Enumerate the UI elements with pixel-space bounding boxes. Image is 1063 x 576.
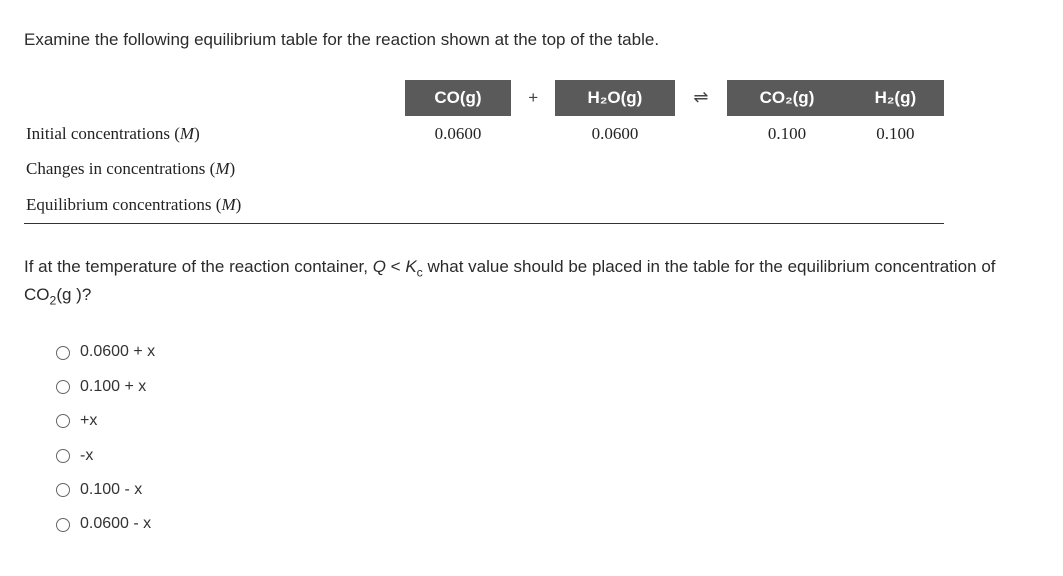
- option-5[interactable]: 0.0600 - x: [56, 513, 1039, 535]
- cell-eq-h2o: [555, 187, 675, 223]
- header-blank: [24, 80, 405, 116]
- row-label-equilibrium: Equilibrium concentrations (M): [24, 187, 405, 223]
- option-1[interactable]: 0.100 + x: [56, 376, 1039, 398]
- header-species-h2o: H₂O(g): [555, 80, 675, 116]
- option-label: 0.0600 - x: [80, 513, 151, 535]
- header-arrow: ⇌: [675, 80, 728, 116]
- row-label-changes: Changes in concentrations (M): [24, 151, 405, 187]
- options-group: 0.0600 + x 0.100 + x +x -x 0.100 - x 0.0…: [24, 341, 1039, 535]
- cell-change-h2o: [555, 151, 675, 187]
- radio-icon: [56, 449, 70, 463]
- header-species-co2: CO₂(g): [727, 80, 847, 116]
- option-label: 0.100 + x: [80, 376, 146, 398]
- cell-eq-co: [405, 187, 512, 223]
- cell-blank: [511, 151, 555, 187]
- cell-eq-co2: [727, 187, 847, 223]
- cell-blank: [675, 116, 728, 152]
- cell-change-co2: [727, 151, 847, 187]
- cell-blank: [675, 151, 728, 187]
- radio-icon: [56, 518, 70, 532]
- radio-icon: [56, 346, 70, 360]
- prompt-text: Examine the following equilibrium table …: [24, 28, 1039, 52]
- radio-icon: [56, 380, 70, 394]
- option-label: 0.100 - x: [80, 479, 142, 501]
- radio-icon: [56, 414, 70, 428]
- cell-blank: [511, 187, 555, 223]
- option-label: 0.0600 + x: [80, 341, 155, 363]
- header-plus: +: [511, 80, 555, 116]
- radio-icon: [56, 483, 70, 497]
- cell-eq-h2: [847, 187, 944, 223]
- option-4[interactable]: 0.100 - x: [56, 479, 1039, 501]
- question-text: If at the temperature of the reaction co…: [24, 254, 1039, 309]
- option-3[interactable]: -x: [56, 445, 1039, 467]
- cell-initial-h2o: 0.0600: [555, 116, 675, 152]
- option-2[interactable]: +x: [56, 410, 1039, 432]
- table-row: Equilibrium concentrations (M): [24, 187, 944, 223]
- cell-change-co: [405, 151, 512, 187]
- table-row: Changes in concentrations (M): [24, 151, 944, 187]
- equilibrium-table: CO(g) + H₂O(g) ⇌ CO₂(g) H₂(g) Initial co…: [24, 80, 944, 224]
- cell-change-h2: [847, 151, 944, 187]
- cell-blank: [675, 187, 728, 223]
- option-label: -x: [80, 445, 93, 467]
- option-label: +x: [80, 410, 97, 432]
- option-0[interactable]: 0.0600 + x: [56, 341, 1039, 363]
- table-header-row: CO(g) + H₂O(g) ⇌ CO₂(g) H₂(g): [24, 80, 944, 116]
- table-row: Initial concentrations (M) 0.0600 0.0600…: [24, 116, 944, 152]
- cell-blank: [511, 116, 555, 152]
- cell-initial-co2: 0.100: [727, 116, 847, 152]
- header-species-co: CO(g): [405, 80, 512, 116]
- cell-initial-co: 0.0600: [405, 116, 512, 152]
- cell-initial-h2: 0.100: [847, 116, 944, 152]
- header-species-h2: H₂(g): [847, 80, 944, 116]
- row-label-initial: Initial concentrations (M): [24, 116, 405, 152]
